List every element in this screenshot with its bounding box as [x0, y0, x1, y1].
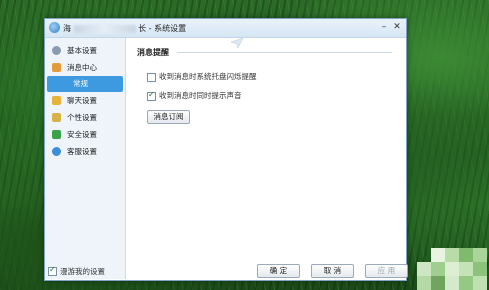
settings-window: 海 长 - 系统设置 – ✕ 基本设置 消息中心 常规 聊天设置 个性设置 安全… [44, 18, 408, 281]
app-logo-icon [49, 22, 60, 33]
person-icon [52, 113, 61, 122]
chat-icon [52, 96, 61, 105]
sound-label: 收到消息时同时提示声音 [159, 91, 242, 100]
sidebar-item-label: 个性设置 [67, 113, 97, 122]
sidebar-item-message-center[interactable]: 消息中心 [45, 59, 125, 76]
sidebar-item-label: 聊天设置 [67, 96, 97, 105]
sidebar-item-label: 基本设置 [67, 46, 97, 55]
title-bar[interactable]: 海 长 - 系统设置 – ✕ [45, 19, 406, 38]
tray-flash-label: 收到消息时系统托盘闪烁提醒 [159, 72, 257, 81]
sidebar-item-support[interactable]: 客服设置 [45, 143, 125, 160]
shield-icon [52, 130, 61, 139]
sidebar-item-security[interactable]: 安全设置 [45, 126, 125, 143]
apply-button[interactable]: 应 用 [365, 264, 408, 278]
sidebar-item-chat[interactable]: 聊天设置 [45, 92, 125, 109]
sound-checkbox[interactable] [147, 90, 156, 101]
paper-plane-icon [231, 38, 243, 48]
section-title: 消息提醒 [137, 48, 169, 57]
envelope-icon [52, 63, 61, 72]
settings-sidebar: 基本设置 消息中心 常规 聊天设置 个性设置 安全设置 客服设置 [45, 38, 126, 279]
ok-button[interactable]: 确 定 [257, 264, 300, 278]
settings-content: 消息提醒 收到消息时系统托盘闪烁提醒 收到消息时同时提示声音 消息订阅 [127, 38, 406, 280]
gear-icon [52, 46, 61, 55]
roam-settings-label: 漫游我的设置 [60, 267, 105, 276]
sidebar-item-label: 消息中心 [67, 63, 97, 72]
section-divider [177, 52, 392, 53]
sidebar-item-label: 安全设置 [67, 130, 97, 139]
window-title: 海 长 - 系统设置 [63, 23, 186, 34]
sidebar-item-basic[interactable]: 基本设置 [45, 42, 125, 59]
window-title-prefix: 海 [63, 24, 71, 33]
tray-flash-checkbox[interactable] [147, 73, 156, 82]
window-title-suffix: 长 - 系统设置 [138, 24, 187, 33]
sidebar-item-general[interactable]: 常规 [47, 76, 123, 92]
sidebar-item-personal[interactable]: 个性设置 [45, 109, 125, 126]
mosaic-overlay [417, 248, 489, 290]
minimize-button[interactable]: – [378, 22, 390, 33]
sidebar-item-label: 客服设置 [67, 147, 97, 156]
blurred-title-text [73, 24, 136, 33]
message-subscribe-button[interactable]: 消息订阅 [147, 110, 190, 124]
footer-bar: 漫游我的设置 确 定 取 消 应 用 [48, 260, 408, 280]
cancel-button[interactable]: 取 消 [311, 264, 354, 278]
sidebar-item-label: 常规 [73, 79, 88, 88]
roam-settings-checkbox[interactable] [48, 265, 57, 276]
support-icon [52, 147, 61, 156]
close-button[interactable]: ✕ [391, 22, 403, 33]
